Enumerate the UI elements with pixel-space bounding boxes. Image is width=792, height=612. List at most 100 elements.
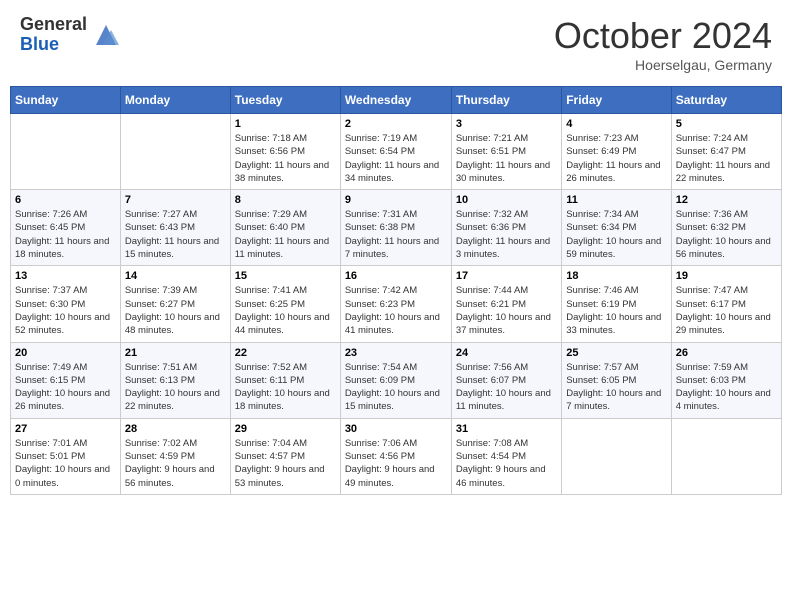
day-info: Sunrise: 7:51 AM Sunset: 6:13 PM Dayligh… xyxy=(125,361,226,414)
day-header-friday: Friday xyxy=(562,87,671,114)
calendar-cell: 25 Sunrise: 7:57 AM Sunset: 6:05 PM Dayli… xyxy=(562,342,671,418)
calendar-table: SundayMondayTuesdayWednesdayThursdayFrid… xyxy=(10,86,782,495)
calendar-cell: 29Sunrise: 7:04 AM Sunset: 4:57 PM Dayli… xyxy=(230,418,340,494)
calendar-cell: 12 Sunrise: 7:36 AM Sunset: 6:32 PM Dayli… xyxy=(671,190,781,266)
day-number: 17 xyxy=(456,270,557,282)
day-number: 24 xyxy=(456,347,557,359)
day-info: Sunrise: 7:44 AM Sunset: 6:21 PM Dayligh… xyxy=(456,284,557,337)
day-number: 2 xyxy=(345,118,447,130)
calendar-header-row: SundayMondayTuesdayWednesdayThursdayFrid… xyxy=(11,87,782,114)
day-header-saturday: Saturday xyxy=(671,87,781,114)
day-number: 22 xyxy=(235,347,336,359)
calendar-cell: 13 Sunrise: 7:37 AM Sunset: 6:30 PM Dayli… xyxy=(11,266,121,342)
day-number: 3 xyxy=(456,118,557,130)
calendar-cell: 6 Sunrise: 7:26 AM Sunset: 6:45 PM Daylig… xyxy=(11,190,121,266)
day-info: Sunrise: 7:34 AM Sunset: 6:34 PM Dayligh… xyxy=(566,208,666,261)
day-info: Sunrise: 7:56 AM Sunset: 6:07 PM Dayligh… xyxy=(456,361,557,414)
calendar-cell: 18 Sunrise: 7:46 AM Sunset: 6:19 PM Dayli… xyxy=(562,266,671,342)
calendar-week-row: 27 Sunrise: 7:01 AM Sunset: 5:01 PM Dayli… xyxy=(11,418,782,494)
day-number: 19 xyxy=(676,270,777,282)
calendar-cell: 4Sunrise: 7:23 AM Sunset: 6:49 PM Daylig… xyxy=(562,114,671,190)
day-info: Sunrise: 7:29 AM Sunset: 6:40 PM Dayligh… xyxy=(235,208,336,261)
day-number: 25 xyxy=(566,347,666,359)
day-header-sunday: Sunday xyxy=(11,87,121,114)
calendar-week-row: 13 Sunrise: 7:37 AM Sunset: 6:30 PM Dayli… xyxy=(11,266,782,342)
calendar-cell: 26 Sunrise: 7:59 AM Sunset: 6:03 PM Dayli… xyxy=(671,342,781,418)
day-number: 6 xyxy=(15,194,116,206)
day-info: Sunrise: 7:31 AM Sunset: 6:38 PM Dayligh… xyxy=(345,208,447,261)
calendar-cell: 2 Sunrise: 7:19 AM Sunset: 6:54 PM Daylig… xyxy=(340,114,451,190)
day-info: Sunrise: 7:19 AM Sunset: 6:54 PM Dayligh… xyxy=(345,132,447,185)
day-info: Sunrise: 7:36 AM Sunset: 6:32 PM Dayligh… xyxy=(676,208,777,261)
calendar-week-row: 6 Sunrise: 7:26 AM Sunset: 6:45 PM Daylig… xyxy=(11,190,782,266)
calendar-cell: 7 Sunrise: 7:27 AM Sunset: 6:43 PM Daylig… xyxy=(120,190,230,266)
calendar-cell: 9 Sunrise: 7:31 AM Sunset: 6:38 PM Daylig… xyxy=(340,190,451,266)
day-number: 10 xyxy=(456,194,557,206)
day-number: 30 xyxy=(345,423,447,435)
day-number: 28 xyxy=(125,423,226,435)
calendar-cell: 15 Sunrise: 7:41 AM Sunset: 6:25 PM Dayli… xyxy=(230,266,340,342)
day-number: 9 xyxy=(345,194,447,206)
day-info: Sunrise: 7:26 AM Sunset: 6:45 PM Dayligh… xyxy=(15,208,116,261)
day-number: 31 xyxy=(456,423,557,435)
calendar-cell: 30 Sunrise: 7:06 AM Sunset: 4:56 PM Dayli… xyxy=(340,418,451,494)
calendar-cell: 1Sunrise: 7:18 AM Sunset: 6:56 PM Daylig… xyxy=(230,114,340,190)
calendar-cell: 8 Sunrise: 7:29 AM Sunset: 6:40 PM Daylig… xyxy=(230,190,340,266)
day-info: Sunrise: 7:02 AM Sunset: 4:59 PM Dayligh… xyxy=(125,437,226,490)
day-info: Sunrise: 7:57 AM Sunset: 6:05 PM Dayligh… xyxy=(566,361,666,414)
day-info: Sunrise: 7:59 AM Sunset: 6:03 PM Dayligh… xyxy=(676,361,777,414)
day-info: Sunrise: 7:27 AM Sunset: 6:43 PM Dayligh… xyxy=(125,208,226,261)
calendar-cell: 31 Sunrise: 7:08 AM Sunset: 4:54 PM Dayli… xyxy=(451,418,561,494)
calendar-cell xyxy=(11,114,121,190)
day-info: Sunrise: 7:41 AM Sunset: 6:25 PM Dayligh… xyxy=(235,284,336,337)
day-number: 15 xyxy=(235,270,336,282)
calendar-cell: 3 Sunrise: 7:21 AM Sunset: 6:51 PM Daylig… xyxy=(451,114,561,190)
calendar-week-row: 1Sunrise: 7:18 AM Sunset: 6:56 PM Daylig… xyxy=(11,114,782,190)
day-info: Sunrise: 7:54 AM Sunset: 6:09 PM Dayligh… xyxy=(345,361,447,414)
day-info: Sunrise: 7:06 AM Sunset: 4:56 PM Dayligh… xyxy=(345,437,447,490)
day-header-monday: Monday xyxy=(120,87,230,114)
day-header-thursday: Thursday xyxy=(451,87,561,114)
day-number: 18 xyxy=(566,270,666,282)
calendar-cell: 5Sunrise: 7:24 AM Sunset: 6:47 PM Daylig… xyxy=(671,114,781,190)
day-number: 5 xyxy=(676,118,777,130)
calendar-cell: 23 Sunrise: 7:54 AM Sunset: 6:09 PM Dayli… xyxy=(340,342,451,418)
calendar-cell: 24 Sunrise: 7:56 AM Sunset: 6:07 PM Dayli… xyxy=(451,342,561,418)
calendar-cell: 21Sunrise: 7:51 AM Sunset: 6:13 PM Dayli… xyxy=(120,342,230,418)
day-info: Sunrise: 7:21 AM Sunset: 6:51 PM Dayligh… xyxy=(456,132,557,185)
day-info: Sunrise: 7:32 AM Sunset: 6:36 PM Dayligh… xyxy=(456,208,557,261)
day-number: 11 xyxy=(566,194,666,206)
day-header-wednesday: Wednesday xyxy=(340,87,451,114)
calendar-cell: 10 Sunrise: 7:32 AM Sunset: 6:36 PM Dayli… xyxy=(451,190,561,266)
month-title: October 2024 xyxy=(554,15,772,57)
day-number: 14 xyxy=(125,270,226,282)
day-number: 26 xyxy=(676,347,777,359)
calendar-cell xyxy=(562,418,671,494)
location-subtitle: Hoerselgau, Germany xyxy=(554,57,772,73)
day-info: Sunrise: 7:08 AM Sunset: 4:54 PM Dayligh… xyxy=(456,437,557,490)
day-number: 7 xyxy=(125,194,226,206)
calendar-cell: 14Sunrise: 7:39 AM Sunset: 6:27 PM Dayli… xyxy=(120,266,230,342)
day-info: Sunrise: 7:01 AM Sunset: 5:01 PM Dayligh… xyxy=(15,437,116,490)
calendar-cell: 27 Sunrise: 7:01 AM Sunset: 5:01 PM Dayli… xyxy=(11,418,121,494)
day-info: Sunrise: 7:47 AM Sunset: 6:17 PM Dayligh… xyxy=(676,284,777,337)
day-number: 27 xyxy=(15,423,116,435)
calendar-cell: 19 Sunrise: 7:47 AM Sunset: 6:17 PM Dayli… xyxy=(671,266,781,342)
calendar-cell: 11 Sunrise: 7:34 AM Sunset: 6:34 PM Dayli… xyxy=(562,190,671,266)
day-number: 20 xyxy=(15,347,116,359)
calendar-cell: 16 Sunrise: 7:42 AM Sunset: 6:23 PM Dayli… xyxy=(340,266,451,342)
day-info: Sunrise: 7:37 AM Sunset: 6:30 PM Dayligh… xyxy=(15,284,116,337)
calendar-cell: 17 Sunrise: 7:44 AM Sunset: 6:21 PM Dayli… xyxy=(451,266,561,342)
day-number: 12 xyxy=(676,194,777,206)
calendar-cell: 28 Sunrise: 7:02 AM Sunset: 4:59 PM Dayli… xyxy=(120,418,230,494)
day-number: 16 xyxy=(345,270,447,282)
day-info: Sunrise: 7:46 AM Sunset: 6:19 PM Dayligh… xyxy=(566,284,666,337)
day-number: 23 xyxy=(345,347,447,359)
day-number: 4 xyxy=(566,118,666,130)
day-number: 13 xyxy=(15,270,116,282)
day-number: 8 xyxy=(235,194,336,206)
calendar-cell: 22Sunrise: 7:52 AM Sunset: 6:11 PM Dayli… xyxy=(230,342,340,418)
calendar-cell xyxy=(671,418,781,494)
day-info: Sunrise: 7:42 AM Sunset: 6:23 PM Dayligh… xyxy=(345,284,447,337)
day-info: Sunrise: 7:49 AM Sunset: 6:15 PM Dayligh… xyxy=(15,361,116,414)
